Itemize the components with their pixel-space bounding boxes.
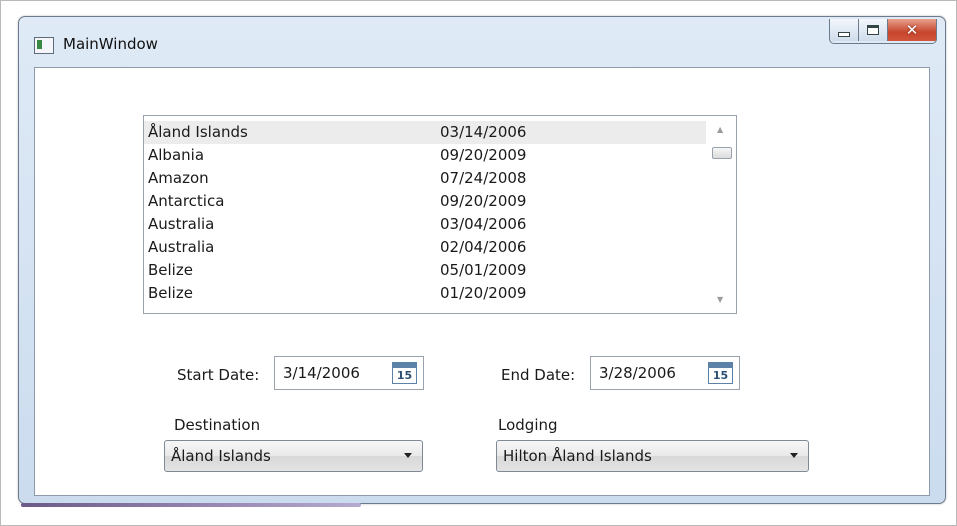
date-cell: 07/24/2008	[440, 169, 527, 187]
dropdown-arrow-icon[interactable]	[790, 453, 798, 458]
country-cell: Åland Islands	[148, 123, 248, 141]
window-controls: ✕	[829, 19, 937, 44]
country-cell: Albania	[148, 146, 205, 164]
date-cell: 02/04/2006	[440, 238, 527, 256]
close-button[interactable]: ✕	[888, 19, 936, 41]
date-cell: 05/01/2009	[440, 261, 527, 279]
scroll-down-icon[interactable]: ▼	[717, 296, 723, 304]
close-icon: ✕	[905, 20, 919, 39]
start-date-calendar-button[interactable]: 15	[392, 362, 417, 384]
end-date-picker[interactable]: 3/28/2006 15	[590, 356, 740, 390]
lodging-value: Hilton Åland Islands	[503, 447, 652, 465]
country-cell: Belize	[148, 261, 193, 279]
list-item[interactable]: Antarctica 09/20/2009	[144, 190, 706, 213]
list-item[interactable]: Åland Islands 03/14/2006	[144, 121, 706, 144]
date-cell: 09/20/2009	[440, 192, 527, 210]
country-cell: Belize	[148, 284, 193, 302]
trips-listbox[interactable]: Åland Islands 03/14/2006 Albania 09/20/2…	[143, 115, 737, 314]
calendar-icon: 15	[396, 369, 413, 382]
lodging-combobox[interactable]: Hilton Åland Islands	[496, 440, 809, 472]
date-cell: 09/20/2009	[440, 146, 527, 164]
country-cell: Australia	[148, 238, 215, 256]
date-cell: 03/04/2006	[440, 215, 527, 233]
date-cell: 03/14/2006	[440, 123, 527, 141]
list-item[interactable]: Amazon 07/24/2008	[144, 167, 706, 190]
list-item[interactable]: Australia 02/04/2006	[144, 236, 706, 259]
window-title: MainWindow	[63, 35, 158, 53]
dropdown-arrow-icon[interactable]	[404, 453, 412, 458]
lodging-label: Lodging	[498, 416, 558, 434]
destination-combobox[interactable]: Åland Islands	[164, 440, 423, 472]
title-bar[interactable]: MainWindow ✕	[19, 17, 945, 67]
start-date-value[interactable]: 3/14/2006	[283, 364, 360, 382]
country-cell: Australia	[148, 215, 215, 233]
date-cell: 01/20/2009	[440, 284, 527, 302]
maximize-button[interactable]	[859, 19, 888, 41]
vertical-scrollbar[interactable]: ▲ ▼	[708, 116, 736, 313]
end-date-value[interactable]: 3/28/2006	[599, 364, 676, 382]
start-date-label: Start Date:	[177, 366, 260, 384]
window-bottom-edge	[21, 503, 361, 507]
app-icon	[34, 37, 54, 54]
scroll-thumb[interactable]	[712, 147, 732, 159]
minimize-icon	[838, 31, 850, 37]
destination-label: Destination	[174, 416, 261, 434]
list-item[interactable]: Albania 09/20/2009	[144, 144, 706, 167]
start-date-picker[interactable]: 3/14/2006 15	[274, 356, 424, 390]
end-date-label: End Date:	[501, 366, 576, 384]
list-item[interactable]: Belize 05/01/2009	[144, 259, 706, 282]
maximize-icon	[867, 25, 879, 35]
minimize-button[interactable]	[830, 19, 859, 41]
scroll-up-icon[interactable]: ▲	[717, 126, 723, 134]
list-item[interactable]: Australia 03/04/2006	[144, 213, 706, 236]
client-area: Åland Islands 03/14/2006 Albania 09/20/2…	[34, 67, 930, 496]
main-window: MainWindow ✕ Åland Islands 03/14/2006 Al…	[18, 16, 946, 507]
end-date-calendar-button[interactable]: 15	[708, 362, 733, 384]
country-cell: Amazon	[148, 169, 209, 187]
list-item[interactable]: Belize 01/20/2009	[144, 282, 706, 305]
calendar-icon: 15	[712, 369, 729, 382]
country-cell: Antarctica	[148, 192, 225, 210]
destination-value: Åland Islands	[171, 447, 271, 465]
